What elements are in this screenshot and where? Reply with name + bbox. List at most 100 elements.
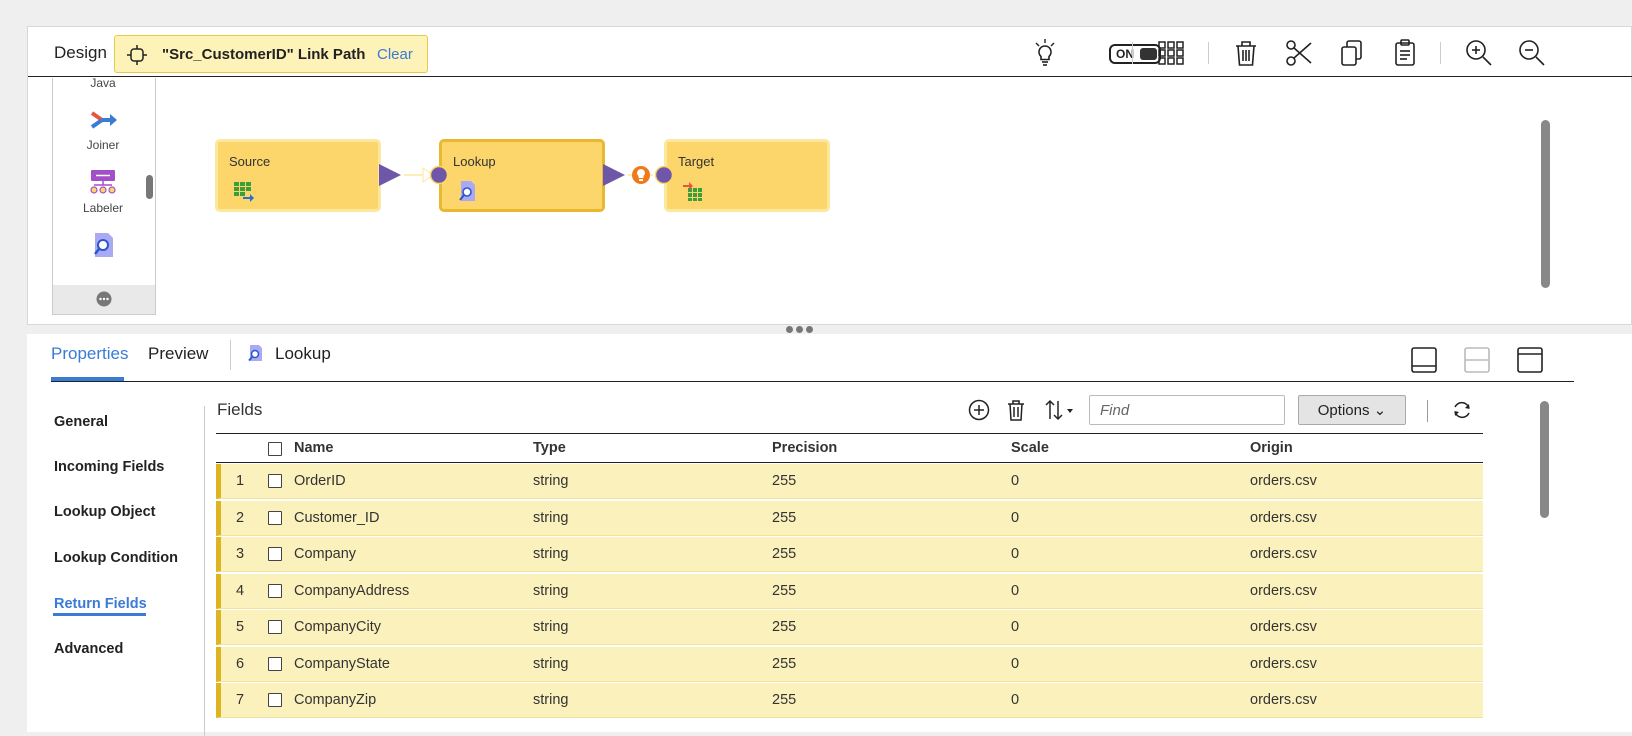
delete-icon[interactable] [1230, 37, 1262, 69]
select-all-checkbox[interactable] [268, 442, 282, 456]
field-precision: 255 [772, 692, 797, 708]
nav-advanced[interactable]: Advanced [54, 641, 123, 657]
lookup-input-port-icon[interactable] [429, 165, 449, 185]
nav-incoming-fields[interactable]: Incoming Fields [54, 459, 164, 475]
panel-splitter[interactable] [786, 320, 818, 333]
link-path-chip: "Src_CustomerID" Link Path Clear [114, 35, 428, 73]
clear-link-path-button[interactable]: Clear [377, 46, 413, 63]
node-label: Source [229, 154, 271, 169]
row-number: 5 [236, 619, 245, 635]
column-header-scale[interactable]: Scale [1011, 440, 1049, 456]
lookup-icon[interactable] [93, 232, 115, 258]
paste-icon[interactable] [1389, 37, 1421, 69]
node-target[interactable]: Target [664, 139, 830, 212]
options-label: Options [1317, 402, 1370, 419]
field-name: Customer_ID [294, 509, 380, 526]
source-output-port-icon[interactable] [377, 163, 403, 187]
row-checkbox[interactable] [268, 547, 282, 561]
column-header-name[interactable]: Name [294, 440, 334, 456]
lightbulb-icon[interactable] [1029, 37, 1061, 69]
row-checkbox[interactable] [268, 620, 282, 634]
copy-icon[interactable] [1336, 37, 1368, 69]
table-row[interactable]: 1 OrderID string 255 0 orders.csv [216, 464, 1483, 499]
row-checkbox[interactable] [268, 583, 282, 598]
fields-title: Fields [217, 400, 263, 419]
source-table-icon [234, 182, 254, 202]
cut-icon[interactable] [1283, 37, 1315, 69]
palette-scrollbar[interactable] [146, 175, 153, 199]
node-source[interactable]: Source [215, 139, 381, 212]
target-table-icon [683, 182, 702, 201]
labeler-icon[interactable] [89, 169, 117, 195]
properties-tabbar: Properties Preview Lookup [51, 334, 1574, 382]
nav-lookup-condition[interactable]: Lookup Condition [54, 550, 178, 566]
fields-scrollbar[interactable] [1540, 401, 1549, 518]
target-input-port-icon[interactable] [654, 165, 674, 185]
nav-return-fields[interactable]: Return Fields [54, 596, 147, 612]
field-precision: 255 [772, 473, 797, 489]
table-row[interactable]: 3 Company string 255 0 orders.csv [216, 537, 1483, 572]
field-scale: 0 [1011, 473, 1020, 489]
field-origin: orders.csv [1250, 692, 1317, 708]
palette-item-labeler[interactable]: Labeler [53, 201, 153, 215]
row-checkbox[interactable] [268, 474, 282, 488]
sort-icon[interactable] [1043, 398, 1077, 422]
field-name: OrderID [294, 473, 346, 489]
active-tab-indicator [51, 377, 124, 381]
link-highlight-marker-icon[interactable] [631, 165, 651, 185]
table-row[interactable]: 5 CompanyCity string 255 0 orders.csv [216, 610, 1483, 645]
zoom-in-icon[interactable] [1463, 37, 1495, 69]
row-number: 4 [236, 582, 245, 599]
dock-bottom-icon[interactable] [1410, 346, 1438, 374]
row-number: 1 [236, 473, 245, 489]
column-header-origin[interactable]: Origin [1250, 440, 1293, 456]
field-origin: orders.csv [1250, 619, 1317, 635]
field-name: CompanyCity [294, 619, 382, 635]
find-input[interactable] [1089, 395, 1285, 425]
lookup-output-port-icon[interactable] [601, 163, 627, 187]
field-origin: orders.csv [1250, 655, 1317, 672]
nav-lookup-object[interactable]: Lookup Object [54, 504, 156, 520]
field-type: string [533, 546, 569, 562]
table-row[interactable]: 7 CompanyZip string 255 0 orders.csv [216, 683, 1483, 718]
palette-item-joiner[interactable]: Joiner [53, 138, 153, 152]
row-checkbox[interactable] [268, 510, 282, 525]
column-header-precision[interactable]: Precision [772, 440, 837, 456]
field-type: string [533, 692, 569, 708]
options-button[interactable]: Options ⌄ [1298, 395, 1406, 425]
palette-item-java[interactable]: Java [53, 78, 153, 90]
palette-more[interactable] [53, 285, 155, 314]
tab-preview[interactable]: Preview [148, 344, 208, 364]
toolbar-separator [1427, 400, 1428, 422]
table-row[interactable]: 6 CompanyState string 255 0 orders.csv [216, 646, 1483, 682]
row-checkbox[interactable] [268, 656, 282, 671]
column-header-type[interactable]: Type [533, 440, 566, 456]
add-field-icon[interactable] [967, 398, 991, 422]
lookup-icon [248, 345, 262, 362]
field-precision: 255 [772, 509, 797, 526]
field-type: string [533, 509, 569, 526]
tab-properties[interactable]: Properties [51, 344, 128, 364]
canvas-scrollbar[interactable] [1541, 120, 1550, 288]
active-nav-indicator [53, 613, 146, 616]
arrange-grid-icon[interactable] [1155, 37, 1187, 69]
nav-general[interactable]: General [54, 414, 108, 430]
toolbar-separator [1208, 42, 1209, 64]
more-options-icon[interactable] [96, 291, 112, 307]
field-name: CompanyZip [294, 692, 377, 708]
node-lookup[interactable]: Lookup [439, 139, 605, 212]
link-path-toggle[interactable]: ON [1109, 44, 1161, 64]
refresh-icon[interactable] [1450, 398, 1474, 422]
table-row[interactable]: 4 CompanyAddress string 255 0 orders.csv [216, 573, 1483, 609]
field-precision: 255 [772, 619, 797, 635]
delete-field-icon[interactable] [1004, 398, 1028, 422]
chevron-down-icon: ⌄ [1373, 402, 1387, 419]
zoom-out-icon[interactable] [1516, 37, 1548, 69]
field-name: CompanyAddress [294, 582, 410, 599]
design-panel: Design "Src_CustomerID" Link Path Clear … [27, 26, 1632, 325]
joiner-icon[interactable] [90, 109, 118, 131]
table-row[interactable]: 2 Customer_ID string 255 0 orders.csv [216, 500, 1483, 536]
dock-top-icon[interactable] [1516, 346, 1544, 374]
field-precision: 255 [772, 655, 797, 672]
row-checkbox[interactable] [268, 693, 282, 707]
